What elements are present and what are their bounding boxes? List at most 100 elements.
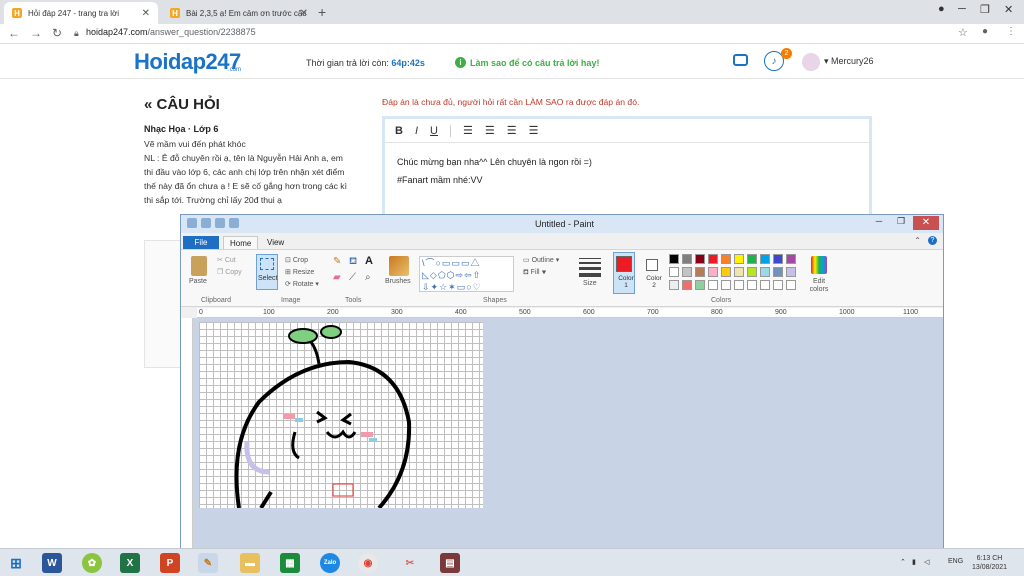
- palette-swatch[interactable]: [695, 267, 705, 277]
- align-left-icon[interactable]: ☰: [463, 124, 473, 137]
- redo-icon[interactable]: [229, 218, 239, 228]
- cut-button[interactable]: ✂ Cut: [217, 256, 236, 264]
- brushes-button[interactable]: Brushes: [385, 278, 411, 285]
- star-icon[interactable]: ☆: [958, 26, 968, 39]
- volume-icon[interactable]: ◁: [924, 558, 929, 566]
- maximize-icon[interactable]: ❐: [891, 216, 911, 230]
- username[interactable]: ▾ Mercury26: [824, 56, 874, 67]
- palette-swatch[interactable]: [747, 280, 757, 290]
- eraser-icon[interactable]: ▰: [333, 272, 341, 283]
- copy-button[interactable]: ❐ Copy: [217, 268, 242, 276]
- palette-swatch[interactable]: [747, 254, 757, 264]
- minimize-icon[interactable]: ─: [958, 3, 966, 15]
- answer-text-line[interactable]: Chúc mừng bạn nha^^ Lên chuyên là ngon r…: [397, 157, 592, 167]
- bold-icon[interactable]: B: [395, 125, 403, 137]
- fill-button[interactable]: ⛾ Fill ▾: [523, 268, 546, 277]
- chat-icon[interactable]: [733, 54, 748, 66]
- snipping-tool-icon[interactable]: ✂: [400, 553, 420, 573]
- minimize-icon[interactable]: ─: [869, 216, 889, 230]
- palette-swatch[interactable]: [708, 267, 718, 277]
- text-tool-icon[interactable]: A: [365, 255, 373, 267]
- crop-button[interactable]: ⊡ Crop: [285, 256, 308, 264]
- palette-swatch[interactable]: [695, 280, 705, 290]
- app-icon[interactable]: ✿: [82, 553, 102, 573]
- palette-swatch[interactable]: [669, 267, 679, 277]
- save-icon[interactable]: [201, 218, 211, 228]
- clock[interactable]: 6:13 CH 13/08/2021: [972, 554, 1007, 572]
- palette-swatch[interactable]: [682, 280, 692, 290]
- outline-button[interactable]: ▭ Outline ▾: [523, 256, 559, 264]
- zalo-icon[interactable]: Zalo: [320, 553, 340, 573]
- align-right-icon[interactable]: ☰: [507, 124, 517, 137]
- size-button[interactable]: Size: [583, 280, 597, 287]
- close-tab-icon[interactable]: ✕: [300, 8, 308, 19]
- account-icon[interactable]: ●: [982, 26, 988, 37]
- palette-swatch[interactable]: [734, 267, 744, 277]
- url-field[interactable]: hoidap247.com/answer_question/2238875: [86, 27, 256, 37]
- excel-icon[interactable]: X: [120, 553, 140, 573]
- palette-swatch[interactable]: [760, 280, 770, 290]
- palette-swatch[interactable]: [669, 280, 679, 290]
- back-icon[interactable]: ←: [8, 26, 20, 40]
- palette-swatch[interactable]: [721, 254, 731, 264]
- language-indicator[interactable]: ENG: [948, 558, 963, 565]
- rotate-button[interactable]: ⟳ Rotate ▾: [285, 280, 319, 288]
- palette-swatch[interactable]: [786, 254, 796, 264]
- avatar[interactable]: [802, 53, 820, 71]
- palette-swatch[interactable]: [747, 267, 757, 277]
- answer-editor[interactable]: B I U ☰ ☰ ☰ ☰ Chúc mừng bạn nha^^ Lên ch…: [382, 116, 872, 226]
- palette-swatch[interactable]: [786, 267, 796, 277]
- reload-icon[interactable]: ↻: [52, 26, 62, 40]
- edit-colors-button[interactable]: Edit colors: [807, 278, 831, 294]
- collapse-ribbon-icon[interactable]: ⌃: [914, 236, 921, 245]
- close-window-icon[interactable]: ✕: [1004, 3, 1013, 16]
- palette-swatch[interactable]: [682, 254, 692, 264]
- start-icon[interactable]: ⊞: [6, 553, 26, 573]
- tab-view[interactable]: View: [261, 236, 290, 249]
- palette-swatch[interactable]: [721, 280, 731, 290]
- color1-button[interactable]: Color 1: [613, 252, 635, 294]
- pencil-icon[interactable]: ✎: [333, 256, 341, 267]
- site-logo[interactable]: Hoidap247: [134, 49, 241, 75]
- palette-swatch[interactable]: [773, 280, 783, 290]
- palette-swatch[interactable]: [760, 254, 770, 264]
- tab-home[interactable]: Home: [223, 236, 259, 249]
- select-button[interactable]: Select: [256, 254, 278, 290]
- menu-icon[interactable]: ⋮: [1006, 26, 1016, 37]
- chrome-icon[interactable]: ◉: [358, 553, 378, 573]
- paint-titlebar[interactable]: Untitled - Paint ─ ❐ ✕: [181, 215, 943, 233]
- palette-swatch[interactable]: [708, 280, 718, 290]
- tab-bai[interactable]: H Bài 2,3,5 ạ! Em cảm ơn trước cậu ✕: [162, 2, 316, 24]
- magnifier-icon[interactable]: ⌕: [365, 272, 371, 283]
- tab-hoidap[interactable]: H Hỏi đáp 247 - trang tra lời ✕: [4, 2, 158, 24]
- lock-icon[interactable]: 🔒︎: [74, 28, 79, 39]
- close-tab-icon[interactable]: ✕: [142, 8, 150, 19]
- howto-link[interactable]: i Làm sao để có câu trả lời hay!: [455, 57, 599, 68]
- palette-swatch[interactable]: [669, 254, 679, 264]
- resize-button[interactable]: ⊞ Resize: [285, 268, 314, 276]
- palette-swatch[interactable]: [682, 267, 692, 277]
- align-center-icon[interactable]: ☰: [485, 124, 495, 137]
- palette-swatch[interactable]: [721, 267, 731, 277]
- maximize-icon[interactable]: ❐: [980, 3, 990, 16]
- network-icon[interactable]: ▮: [912, 558, 916, 566]
- color-picker-icon[interactable]: ⟋: [349, 272, 356, 283]
- palette-swatch[interactable]: [760, 267, 770, 277]
- powerpoint-icon[interactable]: P: [160, 553, 180, 573]
- fill-bucket-icon[interactable]: ⛾: [349, 256, 357, 269]
- profile-icon[interactable]: ●: [938, 3, 945, 15]
- new-tab-button[interactable]: +: [318, 4, 326, 20]
- justify-icon[interactable]: ☰: [529, 124, 539, 137]
- paste-button[interactable]: Paste: [189, 278, 207, 285]
- italic-icon[interactable]: I: [415, 125, 418, 137]
- file-explorer-icon[interactable]: ▬: [240, 553, 260, 573]
- underline-icon[interactable]: U: [430, 125, 438, 137]
- drawing-canvas[interactable]: [199, 322, 483, 510]
- palette-swatch[interactable]: [786, 280, 796, 290]
- paint-app-icon[interactable]: [187, 218, 197, 228]
- close-icon[interactable]: ✕: [913, 216, 939, 230]
- undo-icon[interactable]: [215, 218, 225, 228]
- palette-swatch[interactable]: [773, 254, 783, 264]
- question-image-thumbnail[interactable]: [144, 240, 184, 368]
- palette-swatch[interactable]: [734, 280, 744, 290]
